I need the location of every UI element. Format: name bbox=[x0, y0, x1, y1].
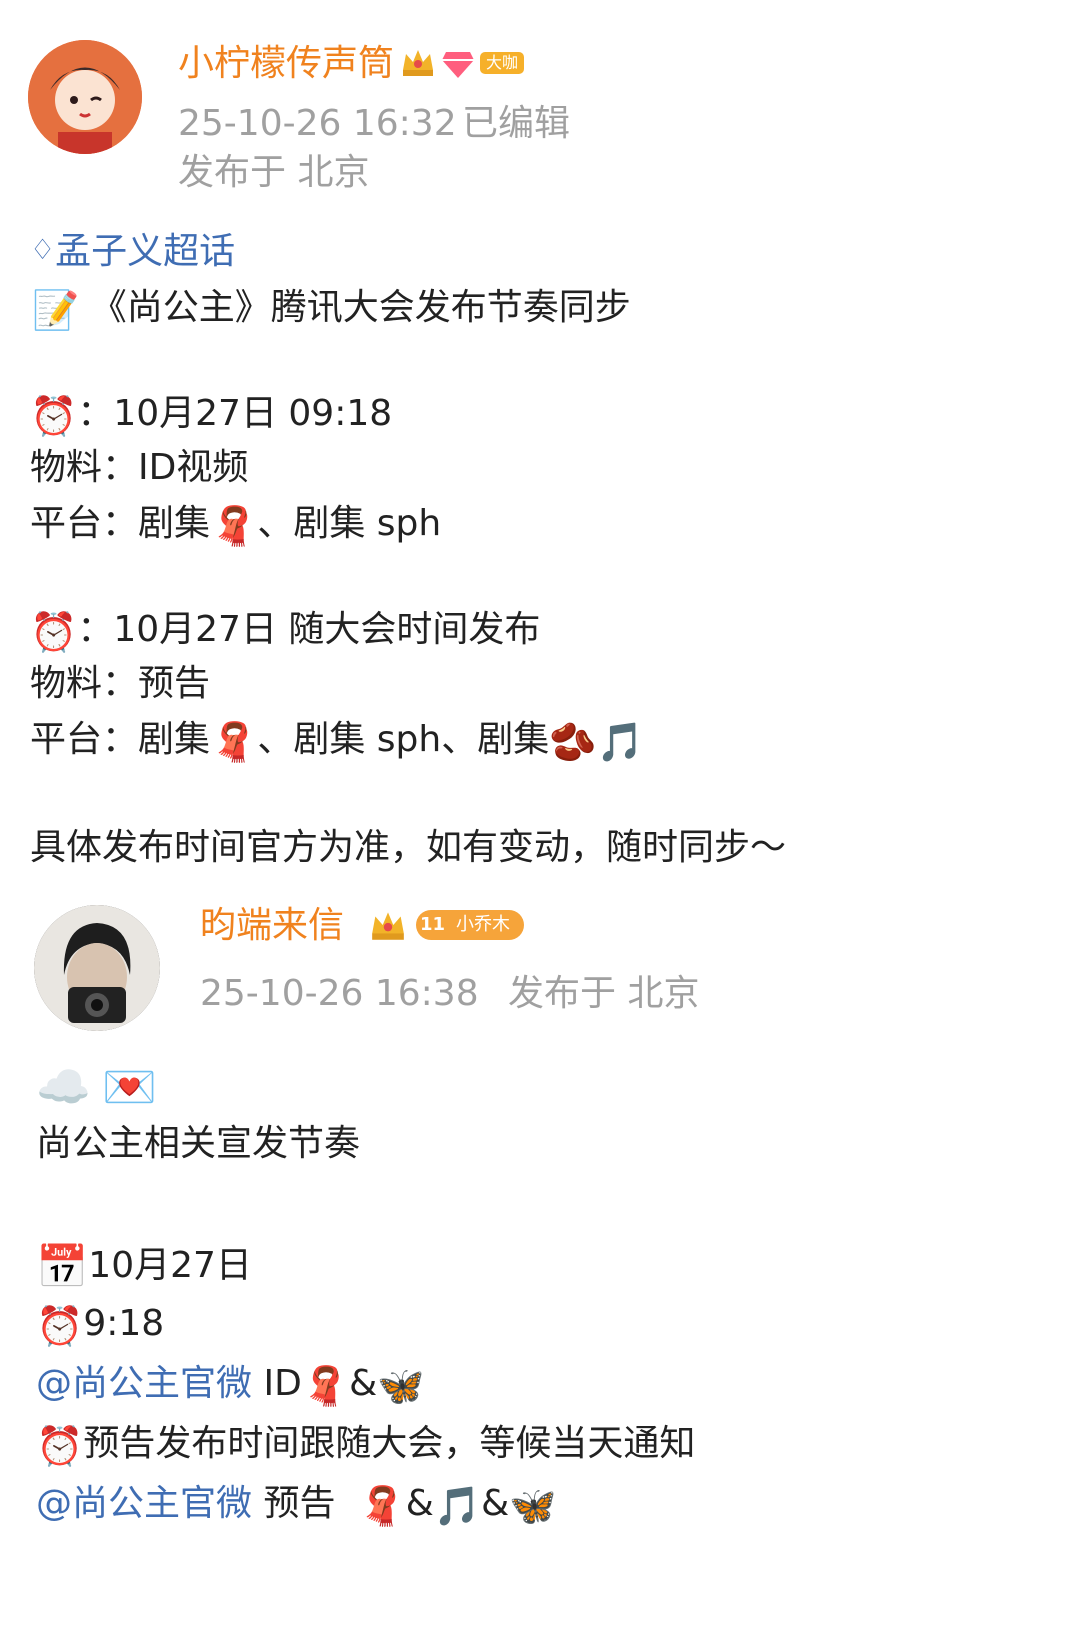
diamond-icon bbox=[440, 46, 476, 84]
post-title: 📝 《尚公主》腾讯大会发布节奏同步 bbox=[32, 287, 631, 332]
mention-link[interactable]: @尚公主官微 bbox=[36, 1483, 252, 1524]
block1-platform: 平台：剧集🧣、剧集 sph bbox=[30, 503, 442, 548]
crown-icon bbox=[368, 906, 408, 948]
butterfly-icon: 🦋 bbox=[377, 1364, 425, 1408]
alarm-clock-icon: ⏰ bbox=[30, 394, 78, 438]
scarf-icon: 🧣 bbox=[210, 504, 258, 548]
topic-link[interactable]: ♢孟子义超话 bbox=[30, 234, 235, 270]
scarf-icon: 🧣 bbox=[210, 720, 258, 764]
scarf-icon: 🧣 bbox=[358, 1484, 406, 1528]
block1-material: 物料：ID视频 bbox=[30, 447, 249, 488]
post-timestamp: 25-10-26 16:38 bbox=[200, 973, 479, 1014]
post-timestamp: 25-10-26 16:32 bbox=[178, 103, 457, 144]
block2-platform: 平台：剧集🧣、剧集 sph、剧集🫘🎵 bbox=[30, 719, 644, 764]
music-note-icon: 🎵 bbox=[433, 1484, 482, 1528]
alarm-clock-icon: ⏰ bbox=[36, 1304, 84, 1348]
mention-link[interactable]: @尚公主官微 bbox=[36, 1363, 252, 1404]
scarf-icon: 🧣 bbox=[301, 1364, 350, 1408]
vip-badge: 大咖 bbox=[480, 52, 525, 74]
memo-icon: 📝 bbox=[32, 288, 80, 332]
block2-time: ⏰：10月27日 随大会时间发布 bbox=[30, 609, 541, 654]
block2-material: 物料：预告 bbox=[30, 663, 211, 704]
alarm-clock-icon: ⏰ bbox=[30, 610, 78, 654]
cloud-icon: ☁️ bbox=[36, 1062, 91, 1113]
mention-line-2: @尚公主官微 预告 🧣&🎵&🦋 bbox=[36, 1483, 557, 1528]
calendar-icon: 📅 bbox=[36, 1242, 89, 1291]
butterfly-icon: 🦋 bbox=[509, 1484, 557, 1528]
author-avatar[interactable] bbox=[28, 40, 142, 154]
time-line: ⏰9:18 bbox=[36, 1303, 165, 1348]
beans-icon: 🫘 bbox=[549, 720, 597, 764]
post-location: 发布于 北京 bbox=[508, 973, 700, 1014]
author-avatar[interactable] bbox=[34, 905, 160, 1031]
crown-icon bbox=[400, 44, 436, 84]
love-letter-icon: 💌 bbox=[102, 1062, 158, 1113]
diamond-icon: ♢ bbox=[30, 233, 56, 266]
level-number: 11 bbox=[420, 914, 446, 935]
post-footer-note: 具体发布时间官方为准，如有变动，随时同步～ bbox=[30, 827, 787, 868]
date-line: 📅10月27日 bbox=[36, 1242, 252, 1291]
mention-line-1: @尚公主官微 ID🧣&🦋 bbox=[36, 1363, 425, 1408]
music-note-icon: 🎵 bbox=[596, 720, 644, 764]
edited-label[interactable]: 已编辑 bbox=[462, 106, 570, 142]
author-name[interactable]: 小柠檬传声筒 bbox=[178, 46, 394, 82]
alarm-clock-icon: ⏰ bbox=[36, 1424, 84, 1468]
post-emoji-row: ☁️ 💌 bbox=[36, 1066, 157, 1110]
block1-time: ⏰：10月27日 09:18 bbox=[30, 393, 393, 438]
author-name[interactable]: 昀端来信 bbox=[200, 908, 344, 944]
post-location: 发布于 北京 bbox=[178, 152, 370, 193]
post-title: 尚公主相关宣发节奏 bbox=[36, 1123, 361, 1164]
notice-line: ⏰预告发布时间跟随大会，等候当天通知 bbox=[36, 1423, 696, 1468]
